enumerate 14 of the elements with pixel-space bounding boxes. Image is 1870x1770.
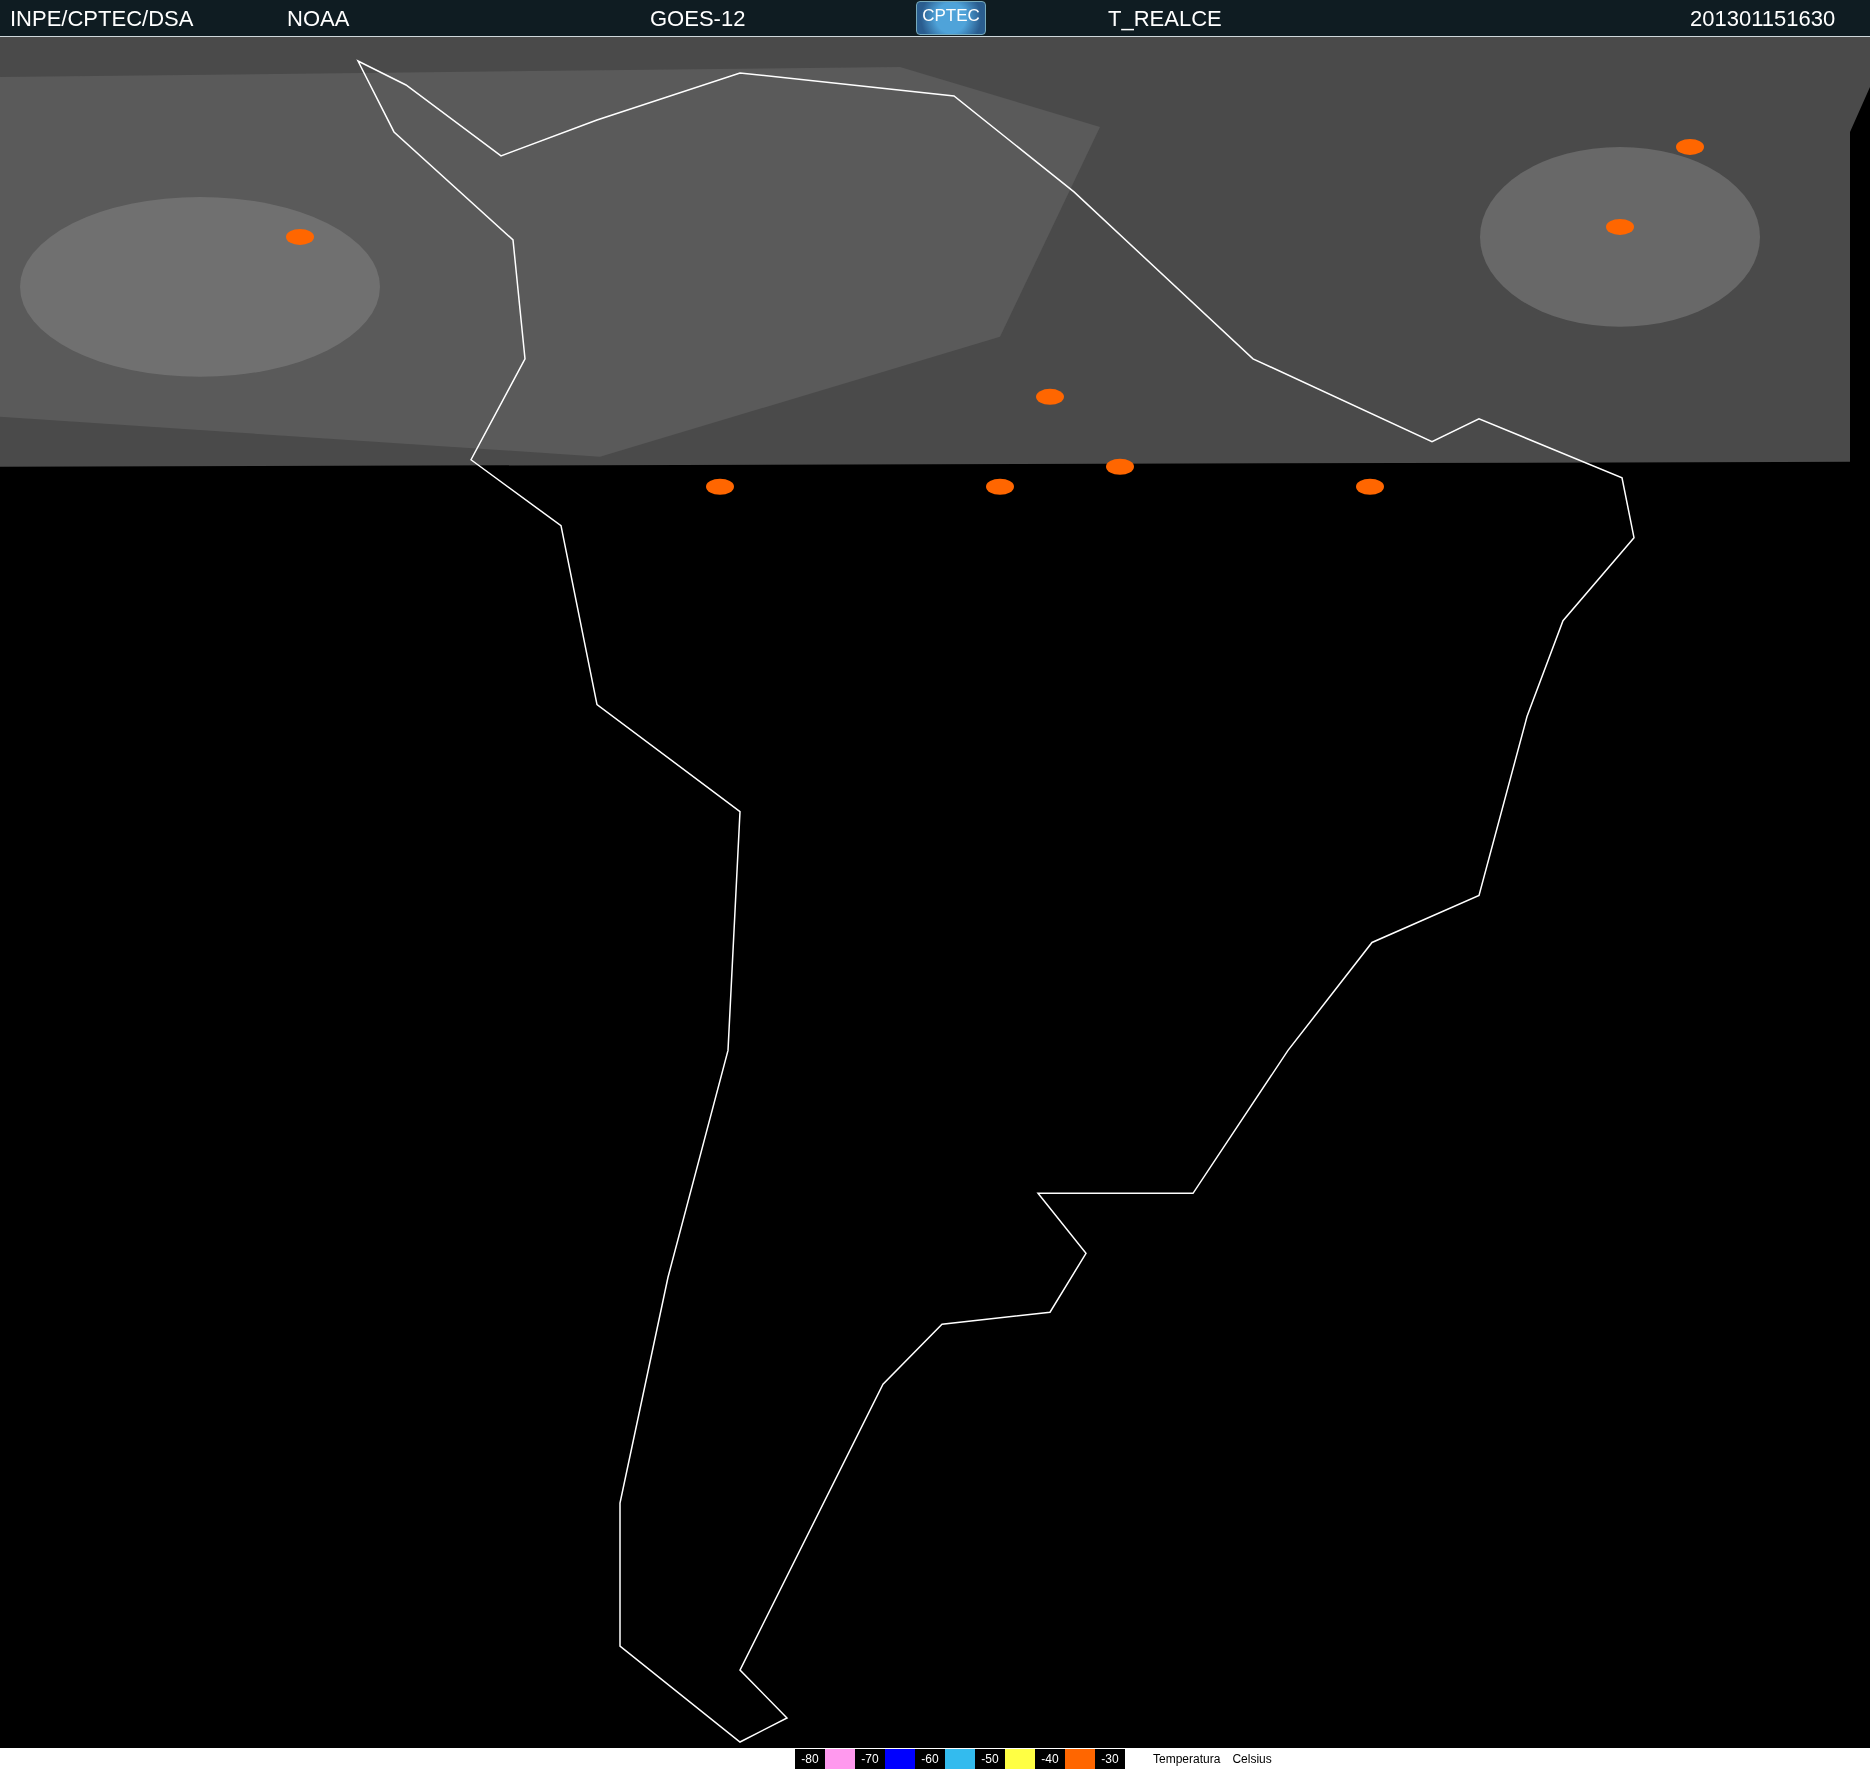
header-text: 201301151630 [1690,7,1836,31]
legend-label: -70 [855,1749,885,1769]
legend-label: -80 [795,1749,825,1769]
header-text: NOAA [287,7,350,31]
legend-caption: Temperatura [1153,1752,1221,1766]
header-text: T_REALCE [1108,7,1222,31]
logo: CPTEC [916,1,986,35]
header-text: INPE/CPTEC/DSA [10,7,194,31]
legend-caption: Celsius [1232,1752,1272,1766]
legend-label: -50 [975,1749,1005,1769]
legend-label: -40 [1035,1749,1065,1769]
header-text: GOES-12 [650,7,746,31]
legend-label: -60 [915,1749,945,1769]
legend-label: -30 [1095,1749,1125,1769]
